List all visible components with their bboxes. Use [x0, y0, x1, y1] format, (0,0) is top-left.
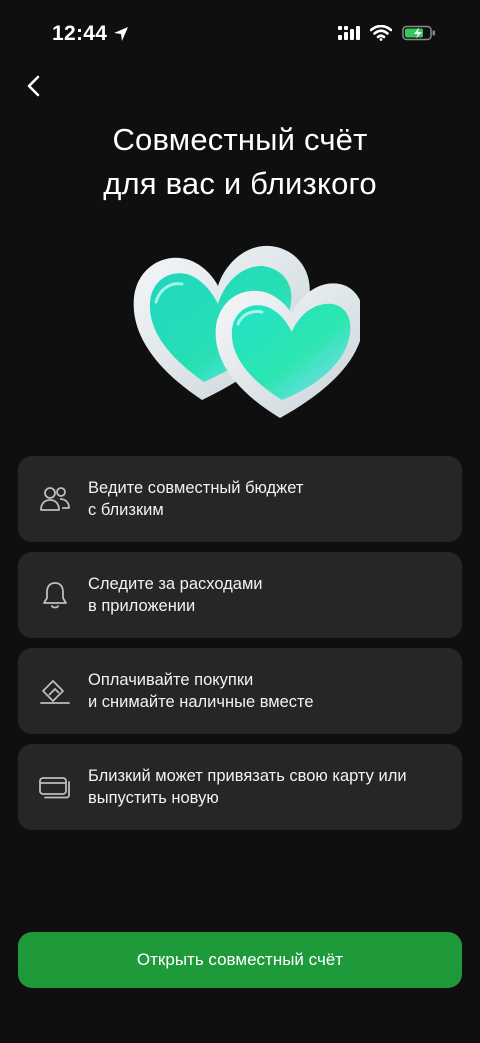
feature-text: Ведите совместный бюджет с близким	[88, 477, 448, 521]
feature-line1: Ведите совместный бюджет	[88, 479, 304, 497]
feature-line1: Близкий может привязать свою карту или	[88, 767, 407, 785]
feature-line2: выпустить новую	[88, 789, 219, 807]
cards-icon	[38, 770, 72, 804]
features-list: Ведите совместный бюджет с близким Следи…	[18, 456, 462, 840]
status-icons	[338, 25, 436, 41]
feature-card-payments: Оплачивайте покупки и снимайте наличные …	[18, 648, 462, 734]
page-title-line1: Совместный счёт	[112, 122, 368, 157]
cellular-signal-icon	[338, 26, 360, 40]
open-joint-account-button[interactable]: Открыть совместный счёт	[18, 932, 462, 988]
feature-card-expenses: Следите за расходами в приложении	[18, 552, 462, 638]
people-icon	[38, 482, 72, 516]
status-bar: 12:44	[0, 0, 480, 60]
two-hearts-icon	[133, 245, 365, 418]
battery-charging-icon	[402, 25, 435, 41]
back-button[interactable]	[16, 68, 52, 104]
feature-text: Оплачивайте покупки и снимайте наличные …	[88, 669, 448, 713]
chevron-left-icon	[27, 75, 40, 97]
feature-line1: Следите за расходами	[88, 575, 263, 593]
wallet-tag-icon	[38, 674, 72, 708]
feature-line2: и снимайте наличные вместе	[88, 693, 314, 711]
feature-card-cards: Близкий может привязать свою карту или в…	[18, 744, 462, 830]
feature-line2: с близким	[88, 501, 164, 519]
bell-icon	[38, 578, 72, 612]
page-title-line2: для вас и близкого	[103, 166, 377, 201]
location-arrow-icon	[114, 27, 129, 41]
feature-text: Близкий может привязать свою карту или в…	[88, 765, 448, 809]
hero-illustration	[120, 222, 365, 422]
feature-text: Следите за расходами в приложении	[88, 573, 448, 617]
feature-line1: Оплачивайте покупки	[88, 671, 254, 689]
status-time: 12:44	[52, 22, 129, 46]
feature-card-budget: Ведите совместный бюджет с близким	[18, 456, 462, 542]
status-time-text: 12:44	[52, 22, 108, 45]
wifi-icon	[370, 25, 392, 41]
feature-line2: в приложении	[88, 597, 196, 615]
page-title: Совместный счёт для вас и близкого	[0, 118, 480, 206]
